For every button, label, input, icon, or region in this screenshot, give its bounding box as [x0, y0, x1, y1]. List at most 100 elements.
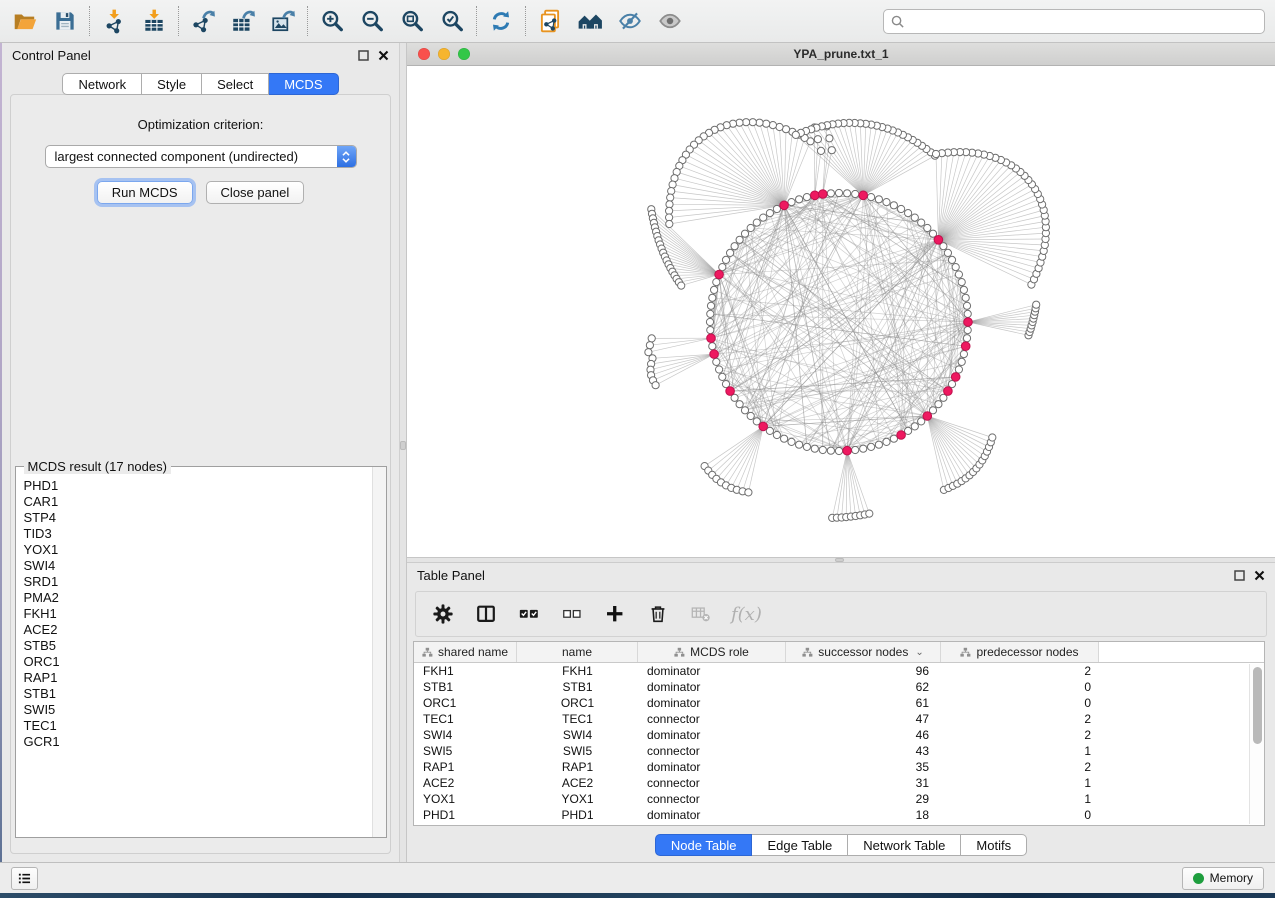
- mcds-result-item[interactable]: PHD1: [24, 478, 372, 494]
- column-header-shared-name[interactable]: shared name: [414, 642, 517, 662]
- cell-name[interactable]: ACE2: [517, 776, 638, 790]
- cell-name[interactable]: RAP1: [517, 760, 638, 774]
- cell-successor-nodes[interactable]: 29: [786, 792, 941, 806]
- zoom-fit-button[interactable]: [397, 6, 427, 36]
- select-all-rows-button[interactable]: [516, 601, 542, 627]
- cell-name[interactable]: TEC1: [517, 712, 638, 726]
- cell-shared-name[interactable]: SWI5: [414, 744, 517, 758]
- cell-successor-nodes[interactable]: 46: [786, 728, 941, 742]
- cell-predecessor-nodes[interactable]: 2: [941, 664, 1099, 678]
- network-canvas[interactable]: [407, 66, 1275, 557]
- zoom-in-button[interactable]: [317, 6, 347, 36]
- cell-name[interactable]: SWI4: [517, 728, 638, 742]
- cell-name[interactable]: STB1: [517, 680, 638, 694]
- table-settings-button[interactable]: [430, 601, 456, 627]
- add-column-button[interactable]: [602, 601, 628, 627]
- table-scrollbar-thumb[interactable]: [1253, 667, 1262, 744]
- float-panel-icon[interactable]: [358, 50, 369, 61]
- cell-predecessor-nodes[interactable]: 1: [941, 776, 1099, 790]
- cell-shared-name[interactable]: TEC1: [414, 712, 517, 726]
- cell-predecessor-nodes[interactable]: 2: [941, 760, 1099, 774]
- mcds-result-item[interactable]: SWI5: [24, 702, 372, 718]
- cell-successor-nodes[interactable]: 61: [786, 696, 941, 710]
- task-history-button[interactable]: [11, 867, 38, 890]
- tab-select[interactable]: Select: [202, 73, 269, 95]
- cell-shared-name[interactable]: RAP1: [414, 760, 517, 774]
- delete-column-button[interactable]: [645, 601, 671, 627]
- table-row[interactable]: SWI5SWI5connector431: [414, 743, 1264, 759]
- cell-MCDS-role[interactable]: dominator: [638, 680, 786, 694]
- table-row[interactable]: FKH1FKH1dominator962: [414, 663, 1264, 679]
- cell-MCDS-role[interactable]: dominator: [638, 808, 786, 822]
- tab-node-table[interactable]: Node Table: [655, 834, 753, 856]
- import-table-from-file-button[interactable]: [139, 6, 169, 36]
- cell-MCDS-role[interactable]: connector: [638, 792, 786, 806]
- column-header-name[interactable]: name: [517, 642, 638, 662]
- deselect-all-rows-button[interactable]: [559, 601, 585, 627]
- cell-successor-nodes[interactable]: 47: [786, 712, 941, 726]
- cell-successor-nodes[interactable]: 96: [786, 664, 941, 678]
- cell-predecessor-nodes[interactable]: 0: [941, 680, 1099, 694]
- cell-successor-nodes[interactable]: 31: [786, 776, 941, 790]
- cell-shared-name[interactable]: ORC1: [414, 696, 517, 710]
- tab-style[interactable]: Style: [142, 73, 202, 95]
- run-mcds-button[interactable]: Run MCDS: [97, 181, 193, 204]
- cell-predecessor-nodes[interactable]: 2: [941, 728, 1099, 742]
- cell-MCDS-role[interactable]: dominator: [638, 664, 786, 678]
- vertical-splitter-grip[interactable]: [400, 441, 406, 450]
- table-row[interactable]: ORC1ORC1dominator610: [414, 695, 1264, 711]
- column-header-predecessor-nodes[interactable]: predecessor nodes: [941, 642, 1099, 662]
- cell-shared-name[interactable]: SWI4: [414, 728, 517, 742]
- cell-name[interactable]: YOX1: [517, 792, 638, 806]
- mcds-result-item[interactable]: GCR1: [24, 734, 372, 750]
- horizontal-splitter-grip[interactable]: [835, 558, 844, 562]
- cell-MCDS-role[interactable]: dominator: [638, 696, 786, 710]
- optimization-criterion-select[interactable]: largest connected component (undirected): [45, 145, 357, 168]
- tab-network-table[interactable]: Network Table: [848, 834, 961, 856]
- mcds-result-item[interactable]: TEC1: [24, 718, 372, 734]
- table-row[interactable]: ACE2ACE2connector311: [414, 775, 1264, 791]
- tab-network[interactable]: Network: [62, 73, 142, 95]
- mcds-result-item[interactable]: CAR1: [24, 494, 372, 510]
- import-network-from-file-button[interactable]: [99, 6, 129, 36]
- cell-successor-nodes[interactable]: 35: [786, 760, 941, 774]
- column-header-MCDS-role[interactable]: MCDS role: [638, 642, 786, 662]
- cell-shared-name[interactable]: ACE2: [414, 776, 517, 790]
- vertical-splitter[interactable]: [399, 43, 407, 862]
- cell-successor-nodes[interactable]: 62: [786, 680, 941, 694]
- mcds-result-item[interactable]: ORC1: [24, 654, 372, 670]
- apply-layout-button[interactable]: [486, 6, 516, 36]
- cell-predecessor-nodes[interactable]: 0: [941, 808, 1099, 822]
- houses-button[interactable]: [575, 6, 605, 36]
- column-visibility-button[interactable]: [473, 601, 499, 627]
- hide-graphics-details-button[interactable]: [615, 6, 645, 36]
- cell-predecessor-nodes[interactable]: 1: [941, 744, 1099, 758]
- cell-MCDS-role[interactable]: dominator: [638, 728, 786, 742]
- close-table-panel-icon[interactable]: [1254, 570, 1265, 581]
- mcds-list-scrollbar[interactable]: [372, 467, 386, 837]
- memory-button[interactable]: Memory: [1182, 867, 1264, 890]
- cell-name[interactable]: PHD1: [517, 808, 638, 822]
- close-panel-icon[interactable]: [378, 50, 389, 61]
- table-row[interactable]: RAP1RAP1dominator352: [414, 759, 1264, 775]
- table-row[interactable]: PHD1PHD1dominator180: [414, 807, 1264, 823]
- tab-edge-table[interactable]: Edge Table: [752, 834, 848, 856]
- export-table-button[interactable]: [228, 6, 258, 36]
- zoom-out-button[interactable]: [357, 6, 387, 36]
- close-panel-button[interactable]: Close panel: [206, 181, 305, 204]
- cell-MCDS-role[interactable]: dominator: [638, 760, 786, 774]
- cell-shared-name[interactable]: PHD1: [414, 808, 517, 822]
- cell-name[interactable]: ORC1: [517, 696, 638, 710]
- search-input[interactable]: [905, 11, 1258, 31]
- mcds-result-item[interactable]: SRD1: [24, 574, 372, 590]
- mcds-result-item[interactable]: SWI4: [24, 558, 372, 574]
- cell-predecessor-nodes[interactable]: 2: [941, 712, 1099, 726]
- cell-shared-name[interactable]: STB1: [414, 680, 517, 694]
- mcds-result-item[interactable]: RAP1: [24, 670, 372, 686]
- float-table-panel-icon[interactable]: [1234, 570, 1245, 581]
- tab-mcds[interactable]: MCDS: [269, 73, 338, 95]
- tab-motifs[interactable]: Motifs: [961, 834, 1027, 856]
- mcds-result-item[interactable]: TID3: [24, 526, 372, 542]
- cell-MCDS-role[interactable]: connector: [638, 744, 786, 758]
- mcds-result-item[interactable]: STB1: [24, 686, 372, 702]
